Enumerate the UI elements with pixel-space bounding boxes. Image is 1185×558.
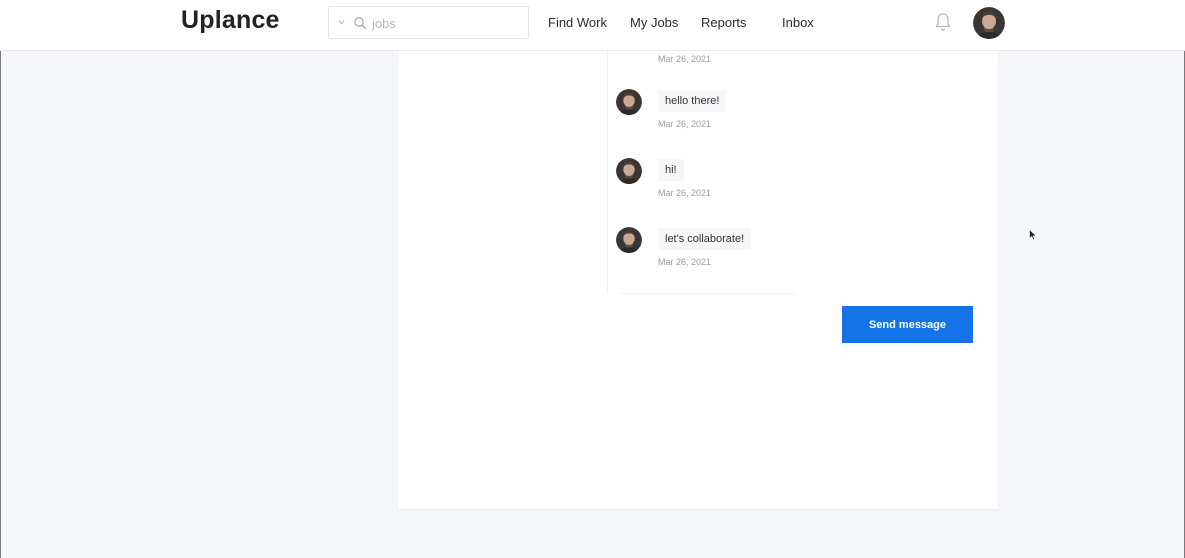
- search-input[interactable]: [372, 13, 517, 33]
- conversation-list: [398, 51, 607, 313]
- nav-find-work[interactable]: Find Work: [548, 15, 607, 30]
- nav-reports[interactable]: Reports: [701, 15, 747, 30]
- message-bubble: let's collaborate!: [658, 228, 752, 250]
- messages-card: Mar 26, 2021 hello there! Mar 26, 2021 h…: [398, 51, 998, 509]
- nav-my-jobs[interactable]: My Jobs: [630, 15, 678, 30]
- message-timestamp: Mar 26, 2021: [658, 119, 712, 129]
- sender-avatar: [616, 227, 642, 253]
- user-avatar[interactable]: [973, 7, 1005, 39]
- top-navbar: Uplance Find Work My Jobs Reports Inbox: [0, 0, 1185, 51]
- message-thread[interactable]: Mar 26, 2021 hello there! Mar 26, 2021 h…: [608, 51, 988, 294]
- send-message-button[interactable]: Send message: [842, 306, 973, 343]
- nav-inbox[interactable]: Inbox: [782, 15, 814, 30]
- search-box[interactable]: [328, 6, 529, 39]
- message-timestamp: Mar 26, 2021: [658, 54, 712, 64]
- message-bubble: hello there!: [658, 90, 727, 112]
- sender-avatar: [616, 89, 642, 115]
- thread-bottom-divider: [620, 293, 795, 294]
- message-bubble: hi!: [658, 159, 684, 181]
- message-timestamp: Mar 26, 2021: [658, 188, 712, 198]
- chevron-down-icon[interactable]: [338, 19, 345, 26]
- bell-icon[interactable]: [934, 12, 952, 32]
- search-icon: [354, 17, 367, 30]
- mouse-cursor-icon: [1029, 229, 1037, 241]
- sender-avatar: [616, 158, 642, 184]
- avatar-image: [973, 7, 1005, 39]
- message-timestamp: Mar 26, 2021: [658, 257, 712, 267]
- app-logo[interactable]: Uplance: [181, 6, 280, 35]
